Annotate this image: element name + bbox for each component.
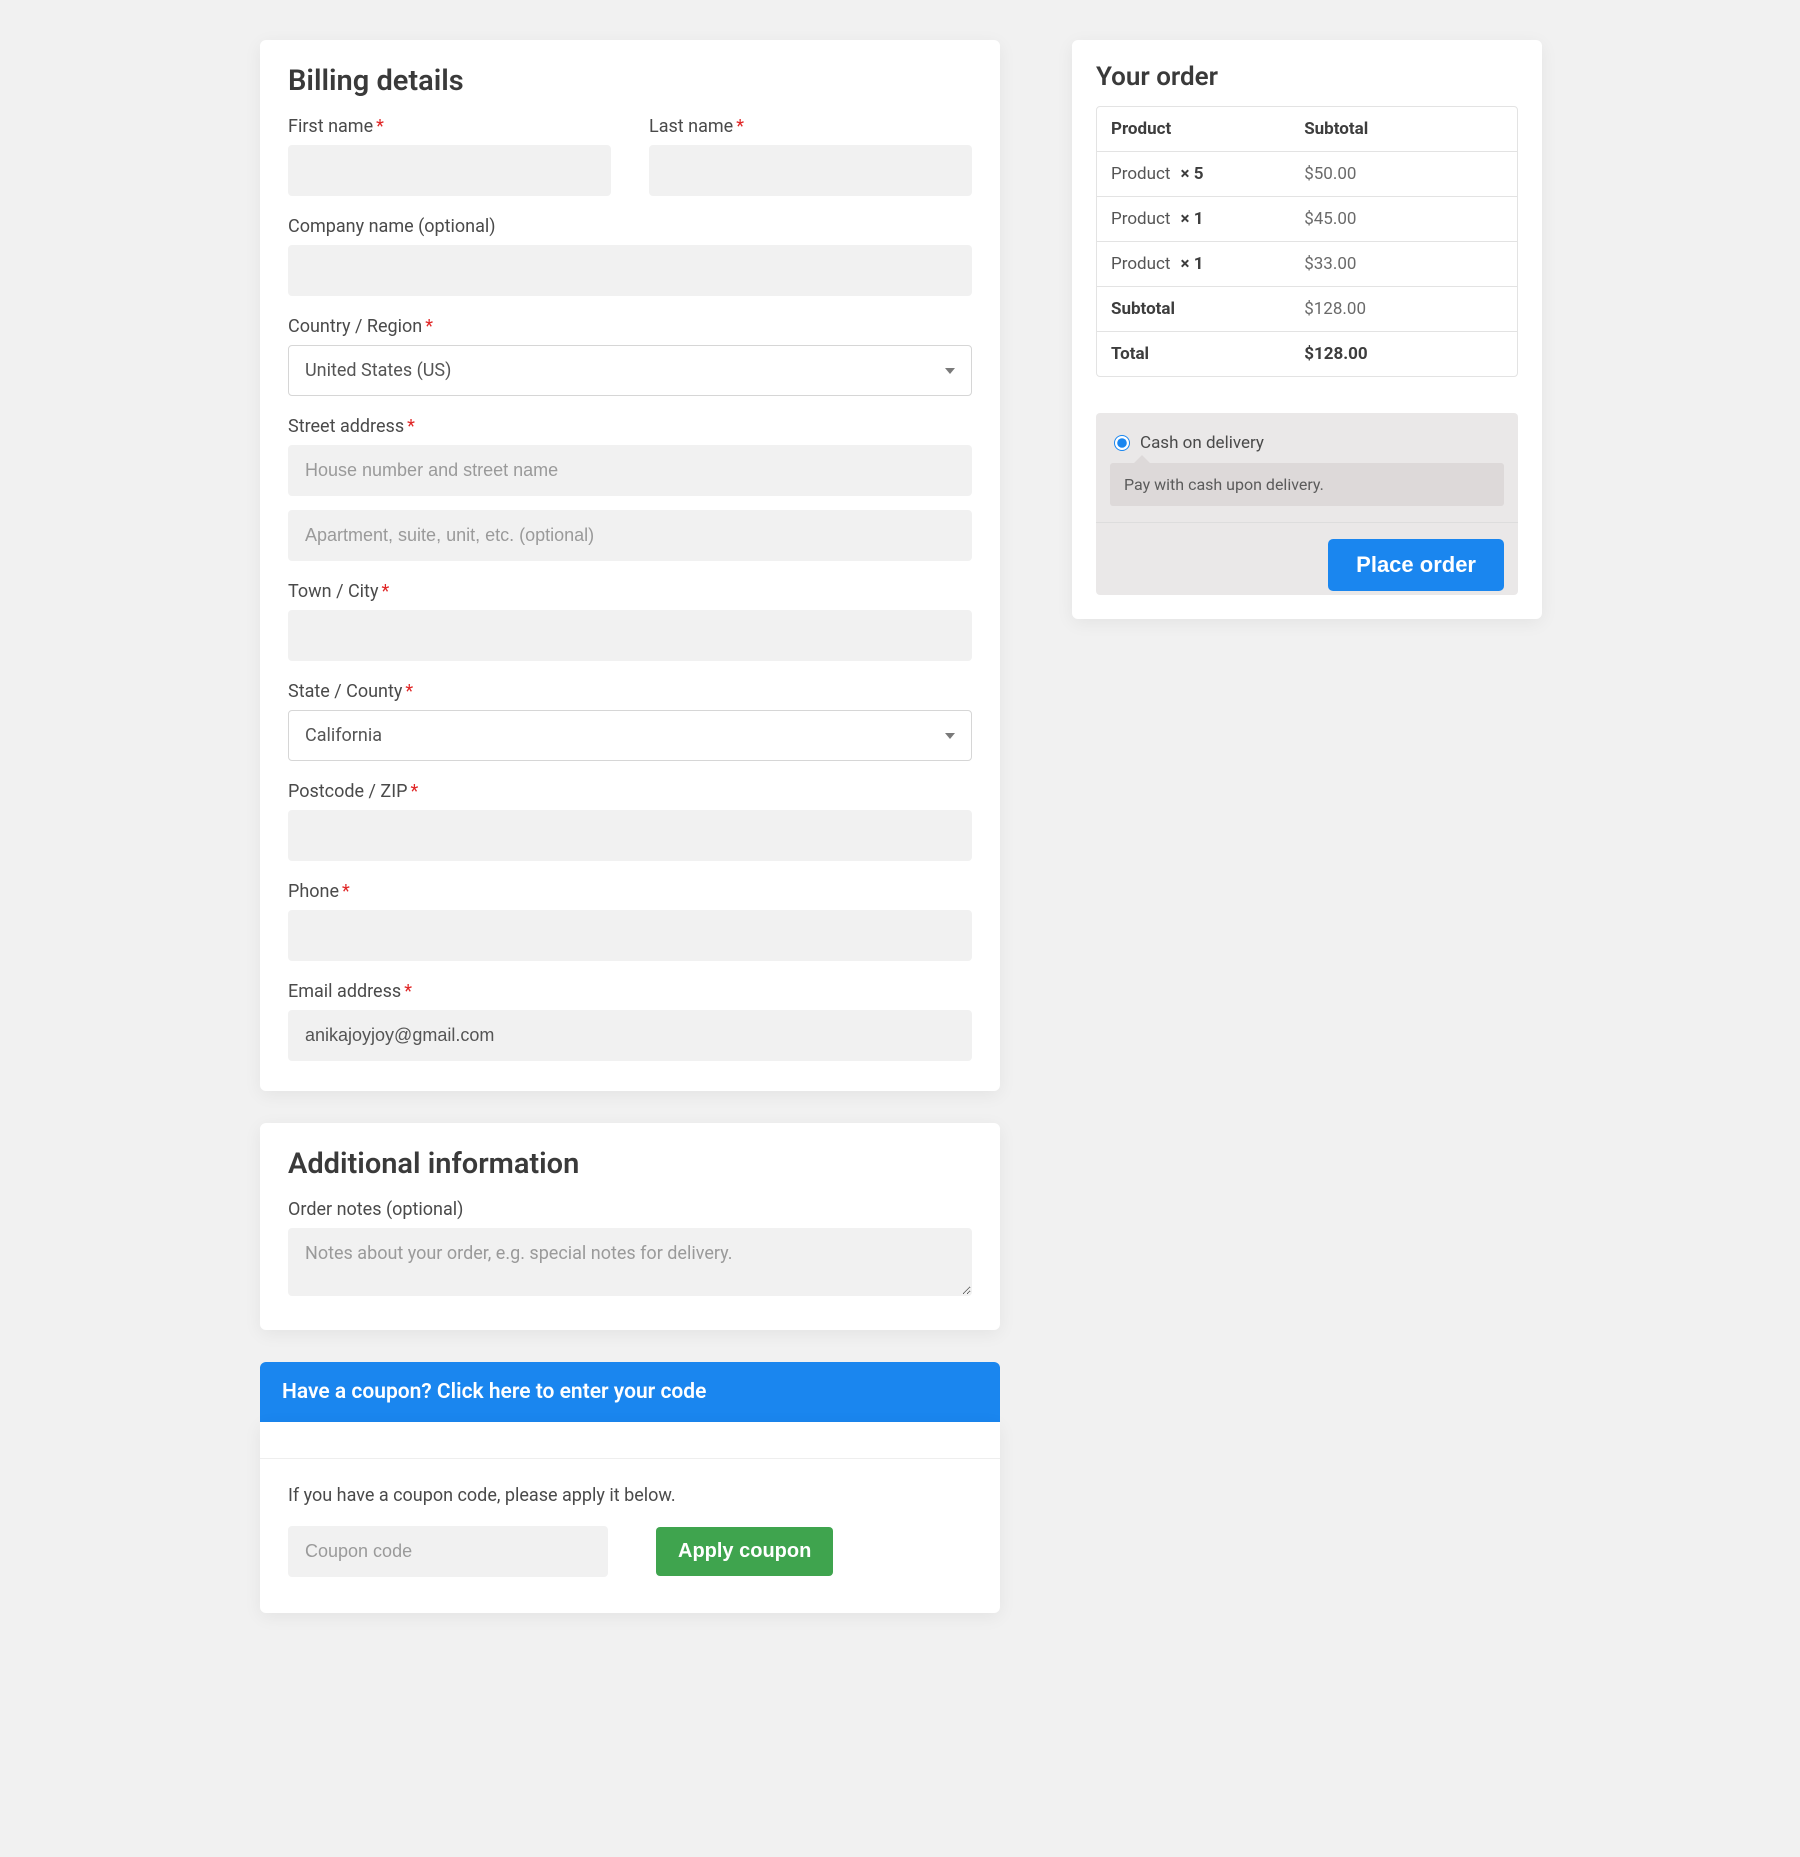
- street-label: Street address*: [288, 416, 972, 437]
- company-field: Company name (optional): [288, 216, 972, 296]
- coupon-code-input[interactable]: [288, 1526, 608, 1577]
- phone-label: Phone*: [288, 881, 972, 902]
- street-input-1[interactable]: [288, 445, 972, 496]
- country-value: United States (US): [305, 360, 451, 381]
- billing-heading: Billing details: [288, 64, 972, 98]
- country-label: Country / Region*: [288, 316, 972, 337]
- col-product: Product: [1097, 107, 1290, 151]
- payment-radio-cod[interactable]: [1114, 435, 1130, 451]
- order-notes-label: Order notes (optional): [288, 1199, 972, 1220]
- first-name-field: First name*: [288, 116, 611, 196]
- city-field: Town / City*: [288, 581, 972, 661]
- order-heading: Your order: [1096, 62, 1518, 92]
- street-input-2[interactable]: [288, 510, 972, 561]
- city-label: Town / City*: [288, 581, 972, 602]
- phone-input[interactable]: [288, 910, 972, 961]
- street-field-2: [288, 510, 972, 561]
- country-field: Country / Region* United States (US): [288, 316, 972, 396]
- company-input[interactable]: [288, 245, 972, 296]
- first-name-label: First name*: [288, 116, 611, 137]
- additional-heading: Additional information: [288, 1147, 972, 1181]
- company-label: Company name (optional): [288, 216, 972, 237]
- payment-option-label: Cash on delivery: [1140, 433, 1264, 453]
- email-field: Email address*: [288, 981, 972, 1061]
- chevron-down-icon: [945, 733, 955, 739]
- phone-field: Phone*: [288, 881, 972, 961]
- order-table: Product Subtotal Product× 5 $50.00 Produ…: [1096, 106, 1518, 377]
- state-value: California: [305, 725, 382, 746]
- divider: [260, 1458, 1000, 1459]
- order-subtotal-row: Subtotal $128.00: [1097, 287, 1517, 332]
- payment-option-cod[interactable]: Cash on delivery: [1110, 427, 1504, 463]
- payment-box: Cash on delivery Pay with cash upon deli…: [1096, 413, 1518, 595]
- state-select[interactable]: California: [288, 710, 972, 761]
- place-order-button[interactable]: Place order: [1328, 539, 1504, 591]
- postcode-label: Postcode / ZIP*: [288, 781, 972, 802]
- order-notes-textarea[interactable]: [288, 1228, 972, 1296]
- postcode-input[interactable]: [288, 810, 972, 861]
- first-name-input[interactable]: [288, 145, 611, 196]
- billing-card: Billing details First name* Last name* C…: [260, 40, 1000, 1091]
- payment-desc-wrap: Pay with cash upon delivery.: [1110, 463, 1504, 506]
- order-notes-field: Order notes (optional): [288, 1199, 972, 1300]
- state-field: State / County* California: [288, 681, 972, 761]
- last-name-input[interactable]: [649, 145, 972, 196]
- order-item-row: Product× 1 $45.00: [1097, 197, 1517, 242]
- state-label: State / County*: [288, 681, 972, 702]
- order-total-row: Total $128.00: [1097, 332, 1517, 376]
- order-item-row: Product× 5 $50.00: [1097, 152, 1517, 197]
- coupon-card: If you have a coupon code, please apply …: [260, 1422, 1000, 1613]
- payment-desc: Pay with cash upon delivery.: [1110, 463, 1504, 506]
- order-card: Your order Product Subtotal Product× 5 $…: [1072, 40, 1542, 619]
- order-head-row: Product Subtotal: [1097, 107, 1517, 152]
- city-input[interactable]: [288, 610, 972, 661]
- last-name-field: Last name*: [649, 116, 972, 196]
- last-name-label: Last name*: [649, 116, 972, 137]
- postcode-field: Postcode / ZIP*: [288, 781, 972, 861]
- country-select[interactable]: United States (US): [288, 345, 972, 396]
- chevron-down-icon: [945, 368, 955, 374]
- street-field: Street address*: [288, 416, 972, 496]
- col-subtotal: Subtotal: [1290, 107, 1517, 151]
- email-label: Email address*: [288, 981, 972, 1002]
- additional-card: Additional information Order notes (opti…: [260, 1123, 1000, 1330]
- apply-coupon-button[interactable]: Apply coupon: [656, 1527, 833, 1576]
- coupon-note: If you have a coupon code, please apply …: [288, 1485, 972, 1506]
- email-input[interactable]: [288, 1010, 972, 1061]
- coupon-toggle[interactable]: Have a coupon? Click here to enter your …: [260, 1362, 1000, 1422]
- order-item-row: Product× 1 $33.00: [1097, 242, 1517, 287]
